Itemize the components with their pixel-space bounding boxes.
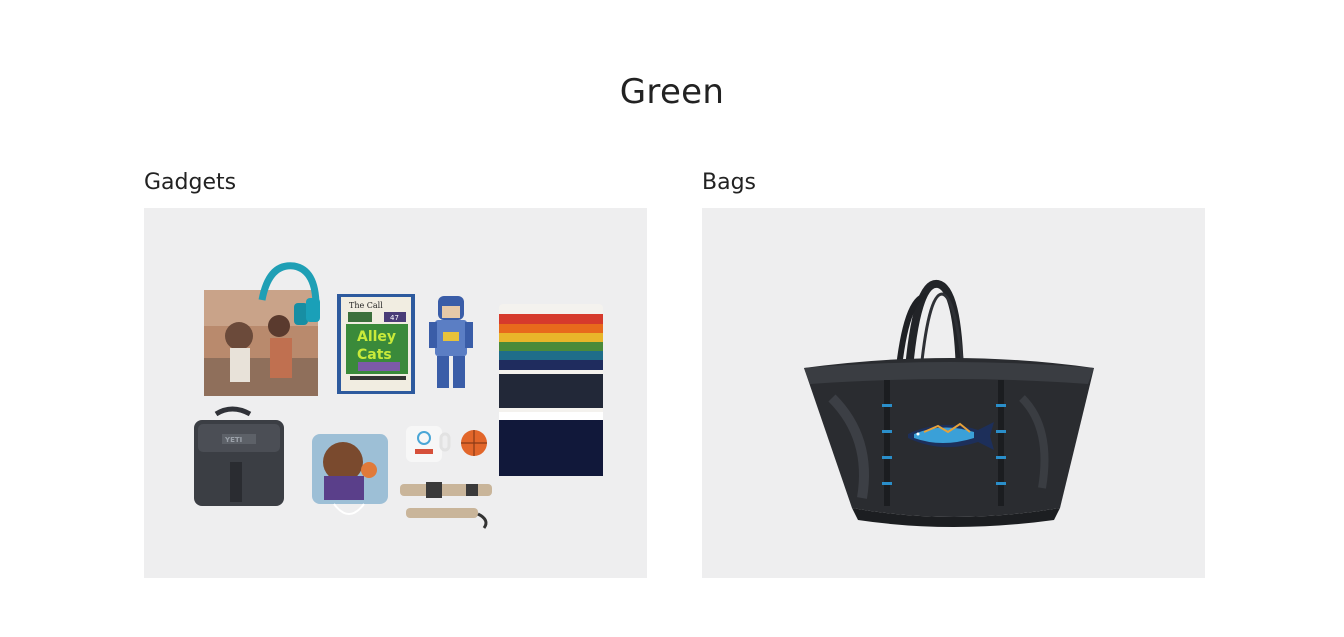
gadgets-image[interactable]: The Call 47 Alley Cats YETI	[144, 208, 647, 578]
svg-text:The Call: The Call	[349, 301, 383, 310]
magazine-icon: The Call 47 Alley Cats	[337, 294, 415, 394]
svg-text:47: 47	[390, 314, 399, 322]
svg-text:YETI: YETI	[224, 436, 242, 444]
mini-hoop-icon	[312, 434, 388, 515]
category-title-bags[interactable]: Bags	[702, 168, 1205, 208]
page-title: Green	[619, 72, 725, 112]
striped-blanket-icon	[499, 304, 603, 476]
svg-text:Cats: Cats	[357, 347, 392, 363]
bags-image[interactable]	[702, 208, 1205, 578]
lunch-cooler-icon: YETI	[194, 406, 284, 506]
black-tote-bag-photo-icon	[702, 208, 1205, 578]
category-card-bags[interactable]: Bags	[702, 168, 1205, 578]
gadgets-flatlay-photo-icon: The Call 47 Alley Cats YETI	[144, 208, 647, 578]
category-card-gadgets[interactable]: Gadgets The Call 47 Alley Cats YETI	[144, 168, 647, 578]
category-title-gadgets[interactable]: Gadgets	[144, 168, 647, 208]
svg-text:Alley: Alley	[357, 329, 396, 345]
mini-basketball-icon	[461, 430, 487, 456]
